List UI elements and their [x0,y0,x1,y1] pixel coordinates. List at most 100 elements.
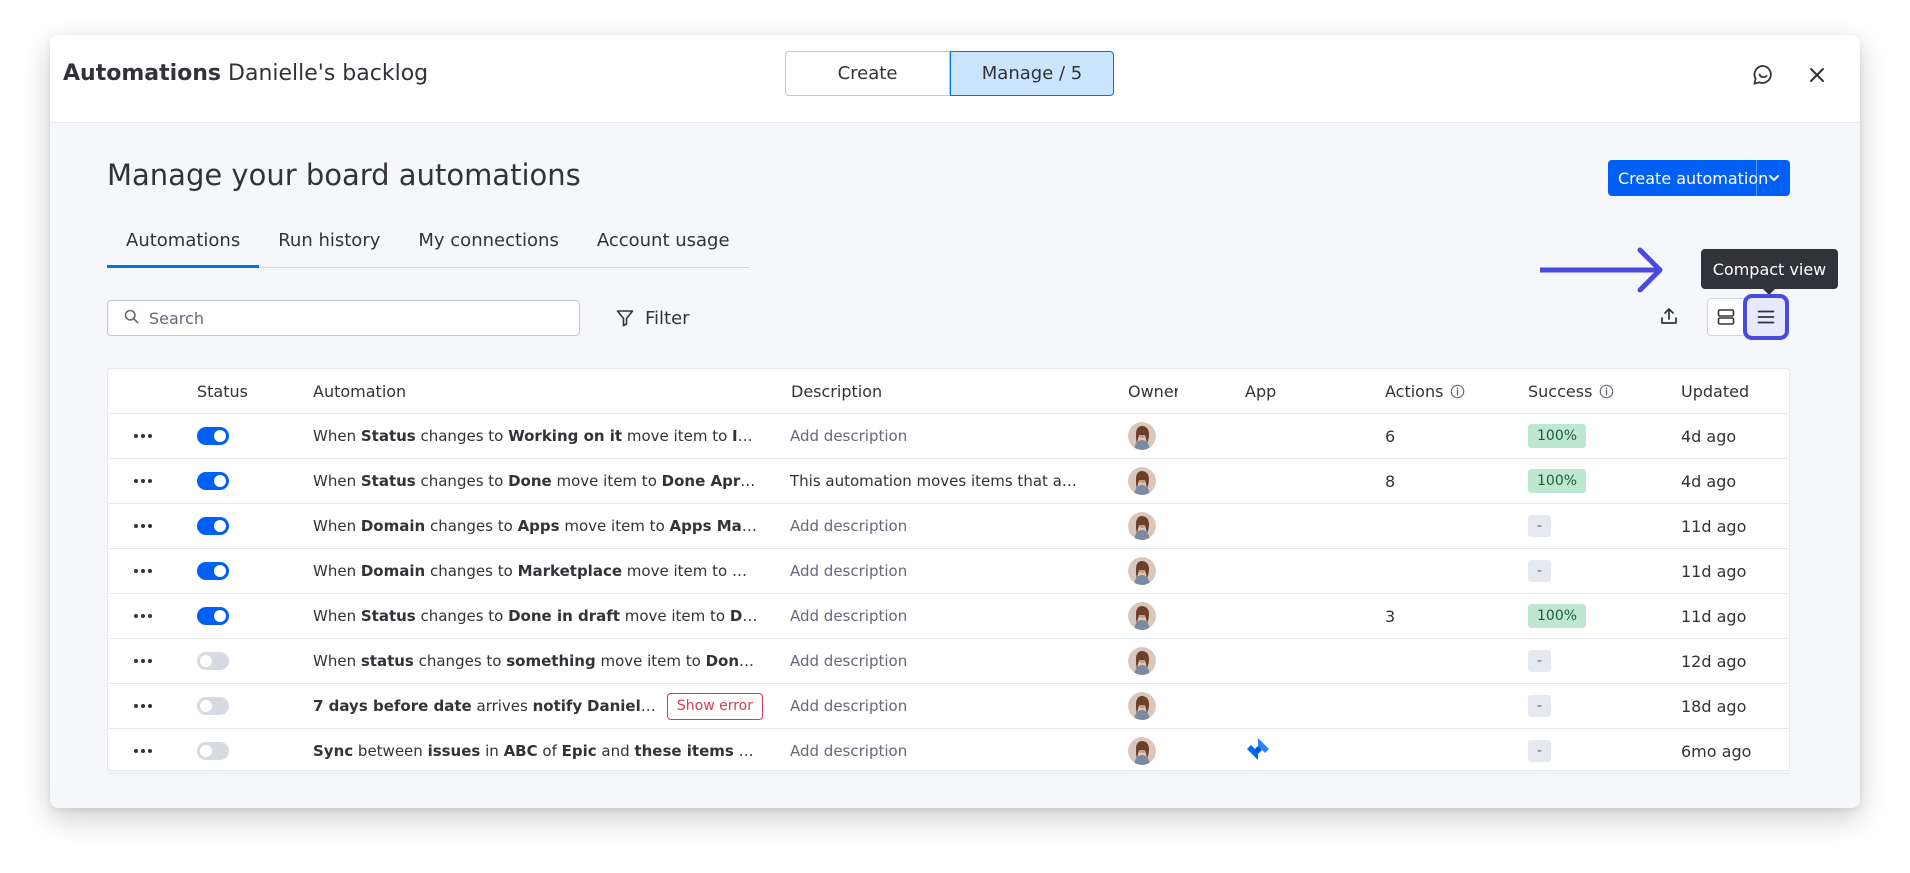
automation-cell[interactable]: Sync between issues in ABC of Epic and t… [313,729,763,774]
description-cell[interactable]: Add description [790,549,1090,594]
description-cell[interactable]: Add description [790,594,1090,639]
tab-automations[interactable]: Automations [107,230,260,268]
automation-text-part: Done In draft [729,607,758,625]
table-row[interactable]: 7 days before date arrives notify Daniel… [108,684,1789,729]
table-row[interactable]: When Status changes to Done in draft mov… [108,594,1789,639]
tab-run-history[interactable]: Run history [259,230,399,268]
card-view-icon [1717,309,1735,325]
row-menu-icon[interactable] [131,684,155,729]
automation-text-part: changes to [415,472,509,490]
avatar [1128,692,1156,720]
row-menu-icon[interactable] [131,504,155,549]
updated-time: 6mo ago [1681,741,1752,761]
tab-account-usage[interactable]: Account usage [578,230,749,268]
automation-recipe: When Status changes to Working on it mov… [313,427,758,445]
modal-title-bold: Automations [63,61,222,86]
row-menu-icon[interactable] [131,414,155,459]
updated-time: 11d ago [1681,516,1747,536]
tab-manage[interactable]: Manage / 5 [950,51,1114,96]
automation-cell[interactable]: When status changes to something move it… [313,639,763,684]
status-toggle[interactable] [197,742,229,760]
status-toggle[interactable] [197,427,229,445]
status-toggle[interactable] [197,517,229,535]
automation-cell[interactable]: 7 days before date arrives notify Daniel… [313,684,763,729]
table-row[interactable]: When Status changes to Working on it mov… [108,414,1789,459]
compact-view-tooltip: Compact view [1701,249,1838,295]
row-menu-icon[interactable] [131,459,155,504]
automation-recipe: When Domain changes to Marketplace move … [313,562,758,580]
description-cell[interactable]: Add description [790,504,1090,549]
automation-text-part: in [480,742,504,760]
header-actions-label: Actions [1385,381,1444,401]
automation-text-part: changes to [415,607,509,625]
toggle-knob [200,700,212,712]
status-toggle[interactable] [197,472,229,490]
description-cell[interactable]: Add description [790,729,1090,774]
status-toggle[interactable] [197,607,229,625]
filter-button[interactable]: Filter [615,303,690,333]
automation-cell[interactable]: When Domain changes to Marketplace move … [313,549,763,594]
status-toggle[interactable] [197,652,229,670]
description-cell[interactable]: Add description [790,639,1090,684]
chevron-down-icon[interactable] [1757,171,1790,185]
automation-text-part: Status [360,607,416,625]
status-toggle[interactable] [197,697,229,715]
owner-cell [1128,729,1178,774]
mode-switcher: Create Manage / 5 [785,51,1114,96]
create-automation-button[interactable]: Create automation [1608,160,1790,196]
card-view-button[interactable] [1707,298,1745,336]
export-button[interactable] [1651,298,1687,334]
info-icon[interactable] [1450,384,1465,399]
table-row[interactable]: When Domain changes to Apps move item to… [108,504,1789,549]
table-row[interactable]: When status changes to something move it… [108,639,1789,684]
app-cell [1245,729,1305,774]
automation-cell[interactable]: When Domain changes to Apps move item to… [313,504,763,549]
automation-text-part: Done in draft [508,607,620,625]
compact-view-button[interactable] [1743,294,1789,340]
annotation-arrow-icon [1540,247,1663,293]
automation-cell[interactable]: When Status changes to Done move item to… [313,459,763,504]
tab-my-connections[interactable]: My connections [399,230,577,268]
row-menu-icon[interactable] [131,594,155,639]
automation-text-part: Danielle Levi [587,697,657,715]
automation-text-part: Marketplace [517,562,623,580]
success-cell: - [1528,639,1648,684]
automation-text-part: Epic [561,742,597,760]
success-rate-badge: 100% [1528,469,1587,493]
automation-text-part: issues [427,742,481,760]
actions-count [1385,729,1485,774]
description-cell[interactable]: Add description [790,414,1090,459]
table-row[interactable]: When Domain changes to Marketplace move … [108,549,1789,594]
info-icon[interactable] [1599,384,1614,399]
avatar [1128,737,1156,765]
automation-cell[interactable]: When Status changes to Done in draft mov… [313,594,763,639]
description-cell[interactable]: Add description [790,684,1090,729]
status-cell [197,684,277,729]
search-input[interactable] [149,308,549,328]
feedback-icon[interactable] [1749,61,1777,89]
automation-text-part: between [353,742,428,760]
automation-text-part: Status [360,427,416,445]
description-cell[interactable]: This automation moves items that are d..… [790,459,1090,504]
table-row[interactable]: Sync between issues in ABC of Epic and t… [108,729,1789,774]
toggle-knob [214,430,226,442]
automation-text-part: When [313,427,361,445]
updated-time: 11d ago [1681,606,1747,626]
row-menu-icon[interactable] [131,729,155,774]
close-icon[interactable] [1803,61,1831,89]
tab-create[interactable]: Create [785,51,950,96]
toggle-knob [214,475,226,487]
header-status: Status [197,381,248,401]
page-title: Manage your board automations [107,158,581,192]
row-menu-icon[interactable] [131,639,155,684]
show-error-button[interactable]: Show error [666,692,763,720]
success-rate-badge: 100% [1528,604,1587,628]
success-empty-badge: - [1528,560,1552,582]
filter-label: Filter [645,307,690,329]
automation-cell[interactable]: When Status changes to Working on it mov… [313,414,763,459]
updated-time: 4d ago [1681,426,1737,446]
success-cell: - [1528,504,1648,549]
status-toggle[interactable] [197,562,229,580]
row-menu-icon[interactable] [131,549,155,594]
table-row[interactable]: When Status changes to Done move item to… [108,459,1789,504]
